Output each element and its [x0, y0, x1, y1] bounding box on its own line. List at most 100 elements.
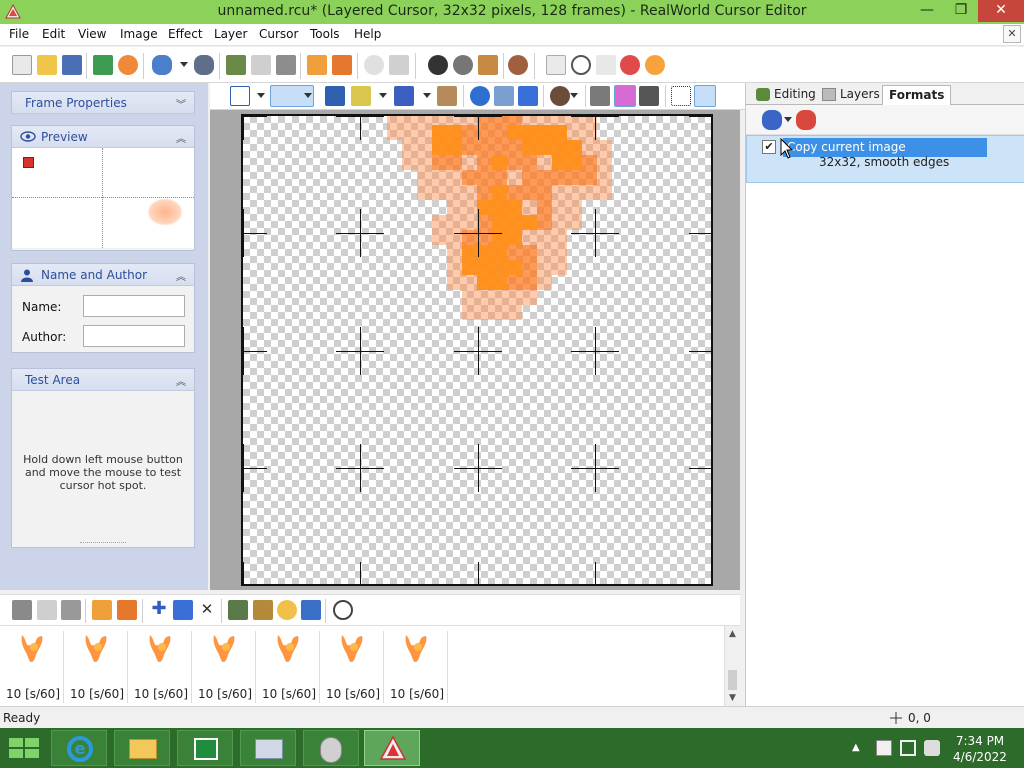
volume-muted-icon[interactable] — [924, 740, 940, 756]
save-icon[interactable] — [62, 55, 82, 75]
move-icon[interactable] — [518, 86, 538, 106]
insert-frame-icon[interactable] — [173, 600, 193, 620]
menu-help[interactable]: Help — [354, 27, 381, 41]
frame-copy-icon[interactable] — [37, 600, 57, 620]
frame-settings-icon[interactable] — [277, 600, 297, 620]
taskbar-internet-explorer[interactable]: e — [51, 730, 107, 766]
scroll-thumb[interactable] — [728, 670, 737, 690]
menu-view[interactable]: View — [78, 27, 106, 41]
tab-formats[interactable]: Formats — [882, 85, 952, 105]
reverse-frames-icon[interactable] — [301, 600, 321, 620]
play-sound-icon[interactable] — [118, 55, 138, 75]
fire-icon[interactable] — [645, 55, 665, 75]
selection-dropdown-icon[interactable] — [257, 93, 265, 98]
cursor-preview-area[interactable] — [12, 148, 194, 248]
lifebuoy-icon[interactable] — [620, 55, 640, 75]
selection-icon[interactable] — [230, 86, 250, 106]
line-dropdown-icon[interactable] — [423, 93, 431, 98]
start-button[interactable] — [6, 736, 42, 760]
menu-cursor[interactable]: Cursor — [259, 27, 298, 41]
animation-frame[interactable]: 10 [s/60] — [130, 631, 192, 703]
undo-dropdown-icon[interactable] — [180, 62, 188, 67]
frame-cut-icon[interactable] — [12, 600, 32, 620]
restore-button[interactable]: ❐ — [944, 0, 978, 22]
save-as-icon[interactable] — [93, 55, 113, 75]
animation-frame[interactable]: 10 [s/60] — [386, 631, 448, 703]
collapse-chevron-icon[interactable]: ︾ — [176, 96, 186, 111]
menu-file[interactable]: File — [9, 27, 29, 41]
tab-layers[interactable]: Layers — [816, 85, 886, 105]
menu-edit[interactable]: Edit — [42, 27, 65, 41]
eye-icon[interactable] — [20, 131, 36, 142]
cut-icon[interactable] — [226, 55, 246, 75]
test-area-panel[interactable]: Test Area ︽ Hold down left mouse button a… — [11, 368, 195, 548]
delete-frame-icon[interactable]: ✕ — [197, 600, 217, 620]
menu-effect[interactable]: Effect — [168, 27, 203, 41]
animation-frame[interactable]: 10 [s/60] — [322, 631, 384, 703]
undo-icon[interactable] — [152, 55, 172, 75]
animation-frame[interactable]: 10 [s/60] — [194, 631, 256, 703]
scroll-down-icon[interactable]: ▼ — [725, 690, 740, 706]
hotspot-icon[interactable] — [389, 55, 409, 75]
pixel-grid-icon[interactable] — [694, 85, 716, 107]
taskbar-cursor-editor[interactable] — [364, 730, 420, 766]
text-tool-icon[interactable] — [325, 86, 345, 106]
document-close-button[interactable]: ✕ — [1003, 25, 1021, 43]
brush-icon[interactable] — [351, 86, 371, 106]
layer-copy-icon[interactable] — [307, 55, 327, 75]
author-input[interactable] — [83, 325, 185, 347]
grid-icon[interactable] — [671, 86, 691, 106]
blend-color-icon[interactable] — [614, 85, 636, 107]
hotspot-dropdown-icon[interactable] — [570, 93, 578, 98]
copy-icon[interactable] — [251, 55, 271, 75]
scroll-up-icon[interactable]: ▲ — [725, 626, 740, 642]
frame-timing-icon[interactable] — [253, 600, 273, 620]
hotspot-tool-icon[interactable] — [550, 86, 570, 106]
remove-format-icon[interactable] — [796, 110, 816, 130]
invert-icon[interactable] — [428, 55, 448, 75]
name-input[interactable] — [83, 295, 185, 317]
resize-grip[interactable] — [80, 542, 126, 545]
frame-paste-after-icon[interactable] — [117, 600, 137, 620]
brush-dropdown-icon[interactable] — [379, 93, 387, 98]
format-checkbox[interactable]: ✔ — [762, 140, 776, 154]
animation-frame[interactable]: 10 [s/60] — [2, 631, 64, 703]
drawing-canvas[interactable] — [241, 114, 713, 586]
busy-dots-icon[interactable] — [596, 55, 616, 75]
frame-paste-icon[interactable] — [61, 600, 81, 620]
add-format-dropdown-icon[interactable] — [784, 117, 792, 122]
taskbar-file-explorer[interactable] — [114, 730, 170, 766]
paste-icon[interactable] — [276, 55, 296, 75]
frame-properties-panel[interactable]: Frame Properties ︾ — [11, 91, 195, 114]
blend-behind-icon[interactable] — [639, 86, 659, 106]
collapse-chevron-icon[interactable]: ︽ — [176, 268, 186, 283]
refresh-icon[interactable] — [333, 600, 353, 620]
taskbar-store[interactable] — [177, 730, 233, 766]
menu-tools[interactable]: Tools — [310, 27, 340, 41]
minimize-button[interactable]: — — [910, 0, 944, 22]
frame-duplicate-icon[interactable] — [92, 600, 112, 620]
taskbar-photos[interactable] — [240, 730, 296, 766]
show-hidden-icons-icon[interactable]: ▲ — [852, 740, 868, 756]
lasso-icon[interactable] — [364, 55, 384, 75]
collapse-chevron-icon[interactable]: ︽ — [176, 130, 186, 145]
color-replace-icon[interactable] — [470, 86, 490, 106]
action-center-icon[interactable] — [876, 740, 892, 756]
menu-image[interactable]: Image — [120, 27, 158, 41]
collapse-chevron-icon[interactable]: ︽ — [176, 373, 186, 388]
eraser-icon[interactable] — [478, 55, 498, 75]
blend-normal-icon[interactable] — [590, 86, 610, 106]
open-folder-icon[interactable] — [37, 55, 57, 75]
animation-frame[interactable]: 10 [s/60] — [258, 631, 320, 703]
taskbar-clock[interactable]: 7:34 PM 4/6/2022 — [952, 733, 1008, 765]
user-icon[interactable] — [508, 55, 528, 75]
network-icon[interactable] — [900, 740, 916, 756]
new-file-icon[interactable] — [12, 55, 32, 75]
pointer-icon[interactable] — [546, 55, 566, 75]
close-button[interactable]: ✕ — [978, 0, 1024, 22]
bevel-icon[interactable] — [453, 55, 473, 75]
fill-bucket-icon[interactable] — [437, 86, 457, 106]
frame-effects-icon[interactable] — [228, 600, 248, 620]
pencil-dropdown-icon[interactable] — [304, 93, 312, 98]
color-picker-icon[interactable] — [494, 86, 514, 106]
